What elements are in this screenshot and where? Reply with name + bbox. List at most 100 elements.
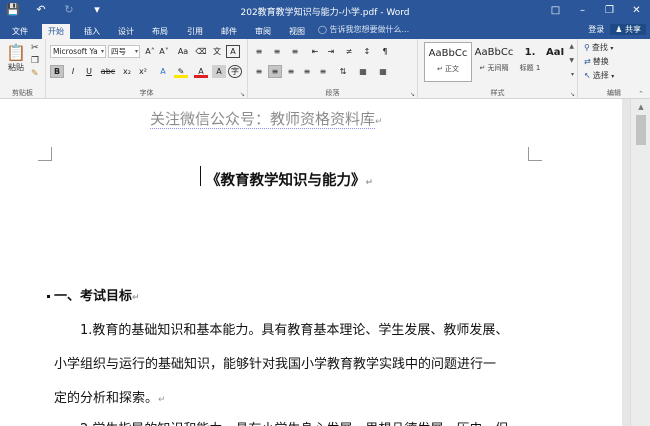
window-controls: □ – ❐ ✕ (542, 0, 650, 22)
copy-icon[interactable]: ❐ (31, 56, 39, 66)
font-color-icon[interactable]: A (194, 65, 208, 78)
chevron-down-icon: ▾ (611, 73, 615, 80)
dialog-launcher-icon[interactable]: ↘ (240, 91, 245, 98)
tab-mailings[interactable]: 邮件 (215, 24, 243, 39)
section-heading: 一、考试目标↵ (54, 285, 140, 304)
show-marks-icon[interactable]: ¶ (378, 45, 392, 58)
ribbon-display-options-icon[interactable]: □ (542, 0, 569, 22)
style-heading-2[interactable]: AaI (546, 42, 564, 82)
highlight-icon[interactable]: ✎ (174, 65, 188, 78)
select-button[interactable]: ↖ 选择 ▾ (584, 70, 614, 81)
decrease-indent-icon[interactable]: ⇤ (308, 45, 322, 58)
subscript-button[interactable]: x₂ (120, 65, 134, 78)
heading-text: 一、考试目标 (54, 289, 133, 304)
document-page[interactable]: 关注微信公众号：教师资格资料库↵ 《教育教学知识与能力》↵ 一、考试目标↵ 1.… (0, 99, 622, 426)
clipboard-group-label: 剪贴板 (12, 89, 33, 97)
tab-insert[interactable]: 插入 (78, 24, 106, 39)
ribbon: 📋 粘贴 ✂ ❐ ✎ 剪贴板 Microsoft Ya ▾ 四号 ▾ A˄ A˅ A… (0, 39, 650, 99)
vertical-scrollbar[interactable]: ▲ (630, 99, 650, 426)
find-button[interactable]: ⚲ 查找 ▾ (584, 42, 613, 53)
paragraph-group: ≡ ≡ ≡ ⇤ ⇥ ≠ ↕ ¶ ≡ ≡ ≡ ≡ ≡ ⇅ ▦ ▦ 段落 ↘ (248, 39, 418, 99)
character-shading-icon[interactable]: A (212, 65, 226, 78)
title-bar: 💾 ↶ ↻ ▾ 202教育教学知识与能力-小学.pdf - Word □ – ❐… (0, 0, 650, 22)
style-normal[interactable]: AaBbCc ↵ 正文 (424, 42, 472, 82)
font-name-combo[interactable]: Microsoft Ya ▾ (50, 45, 106, 58)
cut-icon[interactable]: ✂ (31, 43, 39, 53)
style-no-spacing[interactable]: AaBbCc ↵ 无间隔 (470, 42, 518, 82)
title-text: 《教育教学知识与能力》 (206, 173, 366, 189)
scrollbar-thumb[interactable] (636, 115, 646, 145)
tab-view[interactable]: 视图 (283, 24, 311, 39)
paragraph-line: 小学组织与运行的基础知识，能够针对我国小学教育教学实践中的问题进行一 (54, 357, 497, 372)
tab-references[interactable]: 引用 (181, 24, 209, 39)
more-styles-icon[interactable]: ▾ (571, 71, 574, 78)
format-painter-icon[interactable]: ✎ (31, 69, 39, 79)
tab-design[interactable]: 设计 (112, 24, 140, 39)
dialog-launcher-icon[interactable]: ↘ (570, 91, 575, 98)
shading-icon[interactable]: ▦ (356, 65, 370, 78)
shrink-font-button[interactable]: A˅ (157, 45, 171, 58)
replace-label: 替换 (592, 57, 609, 66)
strikethrough-button[interactable]: abc (98, 65, 118, 78)
bullets-icon[interactable]: ≡ (252, 45, 266, 58)
underline-button[interactable]: U (82, 65, 96, 78)
share-button[interactable]: ♟ 共享 (610, 24, 646, 35)
justify-icon[interactable]: ≡ (300, 65, 314, 78)
dialog-launcher-icon[interactable]: ↘ (410, 91, 415, 98)
paragraph-text: 定的分析和探索。 (54, 391, 159, 406)
font-group: Microsoft Ya ▾ 四号 ▾ A˄ A˅ Aa ⌫ 文 A B I U a… (46, 39, 248, 99)
scroll-up-icon[interactable]: ▲ (569, 43, 574, 50)
paste-label: 粘贴 (8, 63, 24, 72)
scroll-up-arrow-icon[interactable]: ▲ (631, 103, 650, 111)
numbering-icon[interactable]: ≡ (270, 45, 284, 58)
restore-icon[interactable]: ❐ (596, 0, 623, 22)
tab-file[interactable]: 文件 (6, 24, 34, 39)
share-label: 共享 (625, 25, 641, 34)
superscript-button[interactable]: x² (136, 65, 150, 78)
scroll-down-icon[interactable]: ▼ (569, 57, 574, 64)
chevron-down-icon: ▾ (610, 45, 614, 52)
style-name: ↵ 正文 (436, 65, 460, 73)
character-border-icon[interactable]: A (226, 45, 240, 58)
tab-review[interactable]: 审阅 (249, 24, 277, 39)
font-size-combo[interactable]: 四号 ▾ (108, 45, 140, 58)
line-spacing-icon[interactable]: ⇅ (336, 65, 350, 78)
paragraph-line: 2.学生指导的知识和能力。具有小学生身心发展、思想品德发展、历史、促 (80, 418, 508, 426)
italic-button[interactable]: I (66, 65, 80, 78)
text-effects-icon[interactable]: A (156, 65, 170, 78)
crop-mark-top-right (528, 147, 542, 161)
bold-button[interactable]: B (50, 65, 64, 78)
chevron-down-icon: ▾ (134, 48, 138, 55)
distributed-icon[interactable]: ≡ (316, 65, 330, 78)
replace-button[interactable]: ⇄ 替换 (584, 56, 609, 67)
login-link[interactable]: 登录 (588, 24, 604, 35)
style-sample: 1. (524, 47, 536, 58)
change-case-button[interactable]: Aa (174, 45, 192, 58)
collapse-ribbon-icon[interactable]: ⌃ (638, 90, 644, 98)
paste-button[interactable]: 📋 粘贴 (5, 43, 27, 73)
font-name-value: Microsoft Ya (53, 47, 98, 56)
paragraph-line: 定的分析和探索。↵ (54, 387, 166, 406)
borders-icon[interactable]: ▦ (376, 65, 390, 78)
align-left-icon[interactable]: ≡ (252, 65, 266, 78)
grow-font-button[interactable]: A˄ (143, 45, 157, 58)
chevron-down-icon: ▾ (100, 48, 104, 55)
lightbulb-icon: ◯ (318, 25, 327, 34)
paragraph-group-label: 段落 (325, 89, 340, 97)
multilevel-list-icon[interactable]: ≡ (288, 45, 302, 58)
phonetic-guide-icon[interactable]: 文 (210, 45, 224, 58)
font-size-value: 四号 (111, 47, 126, 56)
sort-icon[interactable]: ↕ (360, 45, 374, 58)
align-right-icon[interactable]: ≡ (284, 65, 298, 78)
tab-home[interactable]: 开始 (42, 24, 70, 39)
style-heading-1[interactable]: 1. 标题 1 (514, 42, 546, 82)
close-icon[interactable]: ✕ (623, 0, 650, 22)
align-center-icon[interactable]: ≡ (268, 65, 282, 78)
minimize-icon[interactable]: – (569, 0, 596, 22)
enclose-characters-icon[interactable]: 字 (228, 65, 242, 78)
chinese-layout-icon[interactable]: ≠ (342, 45, 356, 58)
tab-layout[interactable]: 布局 (146, 24, 174, 39)
tell-me-box[interactable]: ◯ 告诉我您想要做什么... (318, 24, 409, 35)
clear-formatting-icon[interactable]: ⌫ (194, 45, 208, 58)
increase-indent-icon[interactable]: ⇥ (324, 45, 338, 58)
